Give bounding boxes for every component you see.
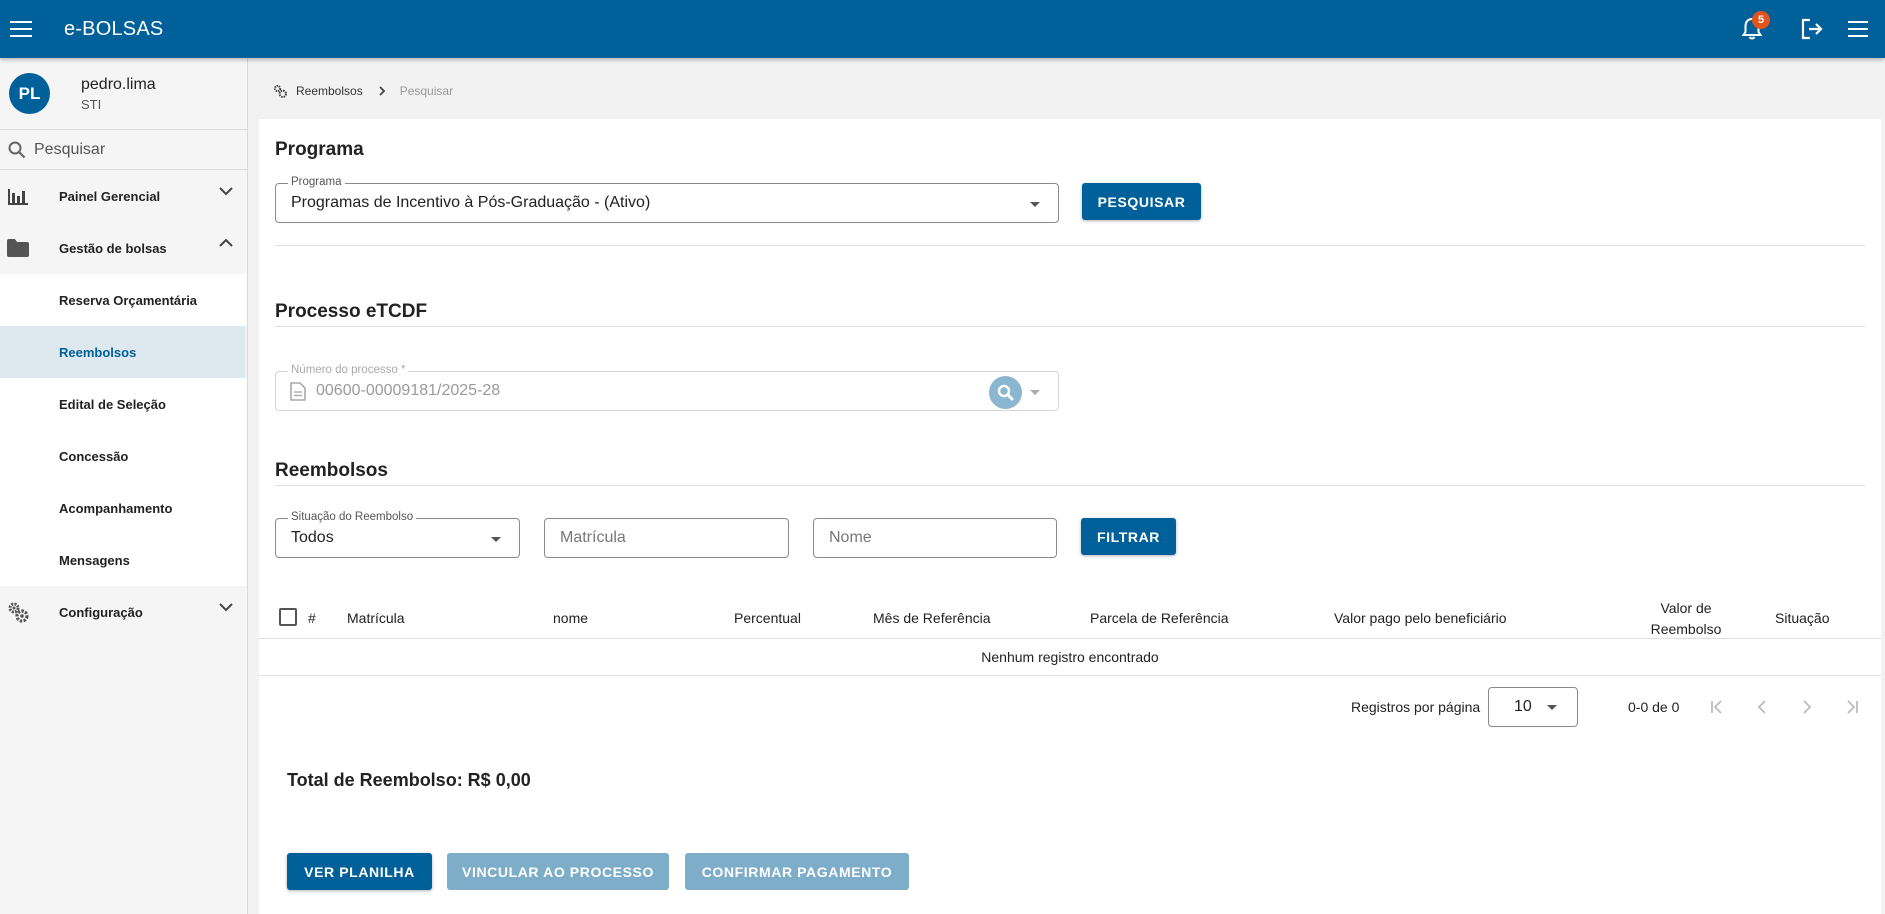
user-dept: STI (81, 96, 102, 112)
column-header-valor-pago[interactable]: Valor pago pelo beneficiário (1334, 610, 1507, 626)
select-all-checkbox[interactable] (279, 608, 297, 626)
gears-icon (273, 84, 287, 98)
column-header-line: Valor de (1660, 600, 1712, 616)
caret-down-icon (1547, 705, 1557, 710)
column-header-percentual[interactable]: Percentual (734, 610, 801, 626)
sidebar-item-label: Painel Gerencial (59, 188, 161, 204)
numero-processo-field: Número do processo * 00600-00009181/2025… (275, 364, 1059, 411)
matricula-input[interactable] (560, 529, 760, 547)
sidebar-subitem-reembolsos[interactable]: Reembolsos (0, 326, 245, 378)
column-header-line: Reembolso (1650, 621, 1722, 637)
document-icon (290, 381, 306, 401)
chevron-down-icon (219, 603, 233, 612)
next-page-icon[interactable] (1795, 695, 1819, 719)
sidebar-subitem-concessao[interactable]: Concessão (0, 430, 247, 482)
avatar: PL (9, 73, 50, 114)
sidebar-subitem-mensagens[interactable]: Mensagens (0, 534, 247, 586)
search-icon (8, 141, 26, 158)
caret-down-icon (1030, 202, 1040, 207)
sidebar-search-input[interactable] (34, 140, 224, 159)
ver-planilha-button[interactable]: VER PLANILHA (287, 853, 432, 890)
vincular-processo-button[interactable]: VINCULAR AO PROCESSO (447, 853, 669, 890)
notifications-icon[interactable]: 5 (1730, 7, 1774, 51)
programa-select[interactable]: Programa Programas de Incentivo à Pós-Gr… (275, 176, 1059, 223)
sidebar-item-gestao-de-bolsas[interactable]: Gestão de bolsas (0, 222, 247, 274)
column-header-nome[interactable]: nome (553, 610, 588, 626)
gears-icon (3, 600, 33, 624)
menu-icon[interactable] (1, 9, 41, 49)
column-header-mes-referencia[interactable]: Mês de Referência (873, 610, 991, 626)
column-header-matricula[interactable]: Matrícula (347, 610, 405, 626)
pager-range: 0-0 de 0 (1628, 699, 1680, 715)
divider (275, 245, 1865, 246)
section-title-reembolsos: Reembolsos (275, 460, 388, 481)
field-value: Programas de Incentivo à Pós-Graduação -… (291, 194, 651, 211)
main-card: Programa Programa Programas de Incentivo… (259, 119, 1881, 595)
column-header-index: # (308, 610, 316, 626)
nome-field[interactable] (813, 518, 1057, 558)
nome-input[interactable] (829, 529, 1029, 547)
field-value: Todos (291, 529, 334, 546)
total-reembolso: Total de Reembolso: R$ 0,00 (287, 770, 531, 790)
caret-down-icon (491, 537, 501, 542)
app-title: e-BOLSAS (64, 17, 164, 40)
confirmar-pagamento-button[interactable]: CONFIRMAR PAGAMENTO (685, 853, 909, 890)
chevron-up-icon (219, 238, 233, 247)
divider (275, 485, 1865, 486)
search-icon (989, 376, 1022, 409)
table-empty-row: Nenhum registro encontrado (259, 639, 1881, 676)
field-value: 00600-00009181/2025-28 (316, 382, 501, 399)
situacao-reembolso-select[interactable]: Situação do Reembolso Todos (275, 511, 520, 558)
last-page-icon[interactable] (1840, 695, 1864, 719)
notification-badge: 5 (1752, 11, 1770, 29)
field-label: Programa (288, 176, 345, 188)
bar-chart-icon (3, 184, 33, 208)
more-menu-icon[interactable] (1836, 7, 1880, 51)
pesquisar-button[interactable]: PESQUISAR (1082, 183, 1201, 220)
chevron-down-icon (219, 187, 233, 196)
caret-down-icon (1030, 390, 1040, 395)
folder-icon (3, 236, 33, 260)
column-header-parcela-referencia[interactable]: Parcela de Referência (1090, 610, 1229, 626)
breadcrumb: Reembolsos Pesquisar (273, 84, 453, 98)
divider (275, 326, 1865, 327)
matricula-field[interactable] (544, 518, 789, 558)
field-label: Situação do Reembolso (288, 511, 417, 523)
column-header-situacao[interactable]: Situação (1775, 610, 1829, 626)
field-label: Número do processo * (288, 364, 409, 376)
filtrar-button[interactable]: FILTRAR (1081, 518, 1176, 555)
prev-page-icon[interactable] (1750, 695, 1774, 719)
chevron-right-icon (379, 86, 385, 96)
table-header: # Matrícula nome Percentual Mês de Refer… (259, 597, 1881, 639)
breadcrumb-current: Pesquisar (399, 84, 454, 98)
sidebar-item-configuracao[interactable]: Configuração (0, 586, 247, 638)
sidebar-item-painel-gerencial[interactable]: Painel Gerencial (0, 170, 247, 222)
user-name: pedro.lima (81, 75, 156, 93)
rows-per-page-select[interactable]: 10 (1488, 687, 1578, 727)
user-profile: PL pedro.lima STI (0, 58, 247, 130)
breadcrumb-parent[interactable]: Reembolsos (296, 84, 363, 98)
first-page-icon[interactable] (1705, 695, 1729, 719)
sidebar-subitem-edital-de-selecao[interactable]: Edital de Seleção (0, 378, 247, 430)
sidebar-subitem-reserva-orcamentaria[interactable]: Reserva Orçamentária (0, 274, 247, 326)
section-title-programa: Programa (275, 139, 364, 160)
sidebar: PL pedro.lima STI Painel Gerencial Gestã… (0, 58, 248, 914)
section-title-processo: Processo eTCDF (275, 301, 428, 322)
logout-icon[interactable] (1790, 7, 1834, 51)
column-header-valor-reembolso[interactable]: Valor de Reembolso (1621, 598, 1751, 640)
rows-per-page-value: 10 (1514, 698, 1532, 715)
top-app-bar: e-BOLSAS 5 (0, 0, 1885, 58)
rows-per-page-label: Registros por página (1351, 699, 1481, 715)
sidebar-search (0, 130, 247, 170)
sidebar-item-label: Gestão de bolsas (59, 240, 167, 256)
sidebar-subitem-acompanhamento[interactable]: Acompanhamento (0, 482, 247, 534)
sidebar-item-label: Configuração (59, 604, 143, 620)
